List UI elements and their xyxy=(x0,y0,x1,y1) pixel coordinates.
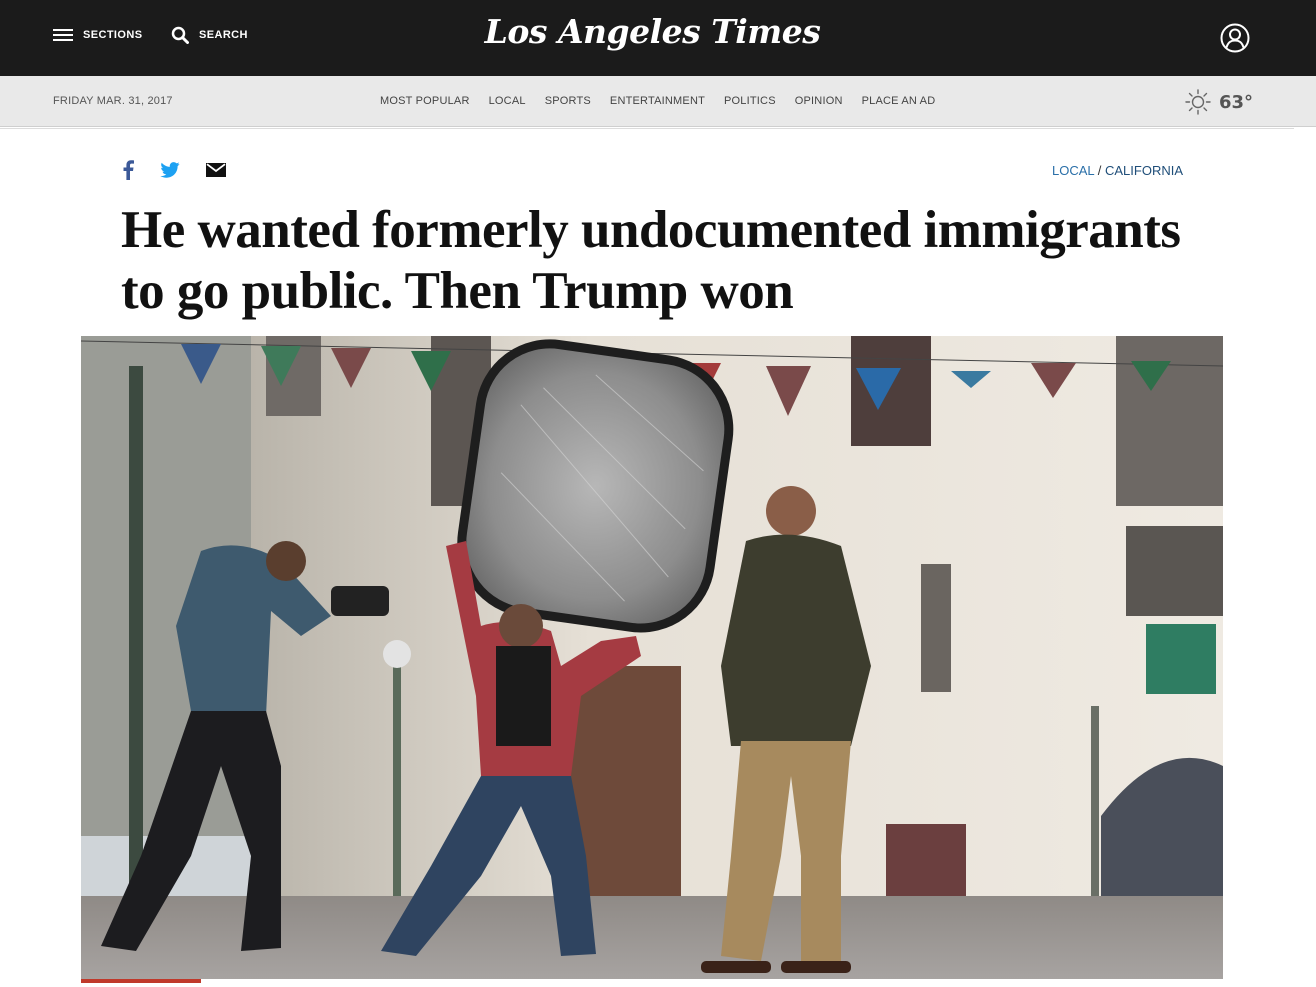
hamburger-icon xyxy=(53,27,73,43)
email-share-button[interactable] xyxy=(206,163,226,177)
hero-photo[interactable] xyxy=(81,336,1223,979)
weather-widget[interactable]: 63° xyxy=(1185,89,1253,115)
breadcrumb: LOCAL / CALIFORNIA xyxy=(1052,163,1183,178)
facebook-share-button[interactable] xyxy=(122,160,134,180)
divider xyxy=(0,128,1294,129)
article-headline: He wanted formerly undocumented immigran… xyxy=(121,201,1181,320)
current-date: FRIDAY MAR. 31, 2017 xyxy=(53,95,173,107)
nav-link-politics[interactable]: POLITICS xyxy=(724,95,776,107)
breadcrumb-separator: / xyxy=(1094,163,1105,178)
breadcrumb-subsection-link[interactable]: CALIFORNIA xyxy=(1105,163,1183,178)
email-icon xyxy=(206,163,226,177)
search-button[interactable]: SEARCH xyxy=(171,24,248,46)
twitter-icon xyxy=(160,162,180,178)
weather-temperature: 63° xyxy=(1219,91,1254,113)
sun-icon xyxy=(1185,89,1211,115)
sections-label: SECTIONS xyxy=(83,29,143,41)
nav-link-most-popular[interactable]: MOST POPULAR xyxy=(380,95,470,107)
breadcrumb-section-link[interactable]: LOCAL xyxy=(1052,163,1094,178)
search-icon xyxy=(171,26,189,44)
sub-navigation: FRIDAY MAR. 31, 2017 MOST POPULAR LOCAL … xyxy=(0,76,1316,127)
photo-accent-bar xyxy=(81,979,201,983)
subnav-links: MOST POPULAR LOCAL SPORTS ENTERTAINMENT … xyxy=(380,95,954,107)
sections-button[interactable]: SECTIONS xyxy=(53,24,142,46)
nav-link-local[interactable]: LOCAL xyxy=(489,95,526,107)
nav-link-place-an-ad[interactable]: PLACE AN AD xyxy=(862,95,936,107)
share-bar xyxy=(122,160,252,180)
twitter-share-button[interactable] xyxy=(160,162,180,178)
nav-link-entertainment[interactable]: ENTERTAINMENT xyxy=(610,95,705,107)
site-logo[interactable]: Los Angeles Times xyxy=(480,12,825,51)
facebook-icon xyxy=(123,160,134,180)
top-header: SECTIONS SEARCH Los Angeles Times xyxy=(0,0,1316,76)
nav-link-opinion[interactable]: OPINION xyxy=(795,95,843,107)
search-label: SEARCH xyxy=(199,29,248,41)
nav-link-sports[interactable]: SPORTS xyxy=(545,95,591,107)
user-account-icon[interactable] xyxy=(1220,23,1250,53)
